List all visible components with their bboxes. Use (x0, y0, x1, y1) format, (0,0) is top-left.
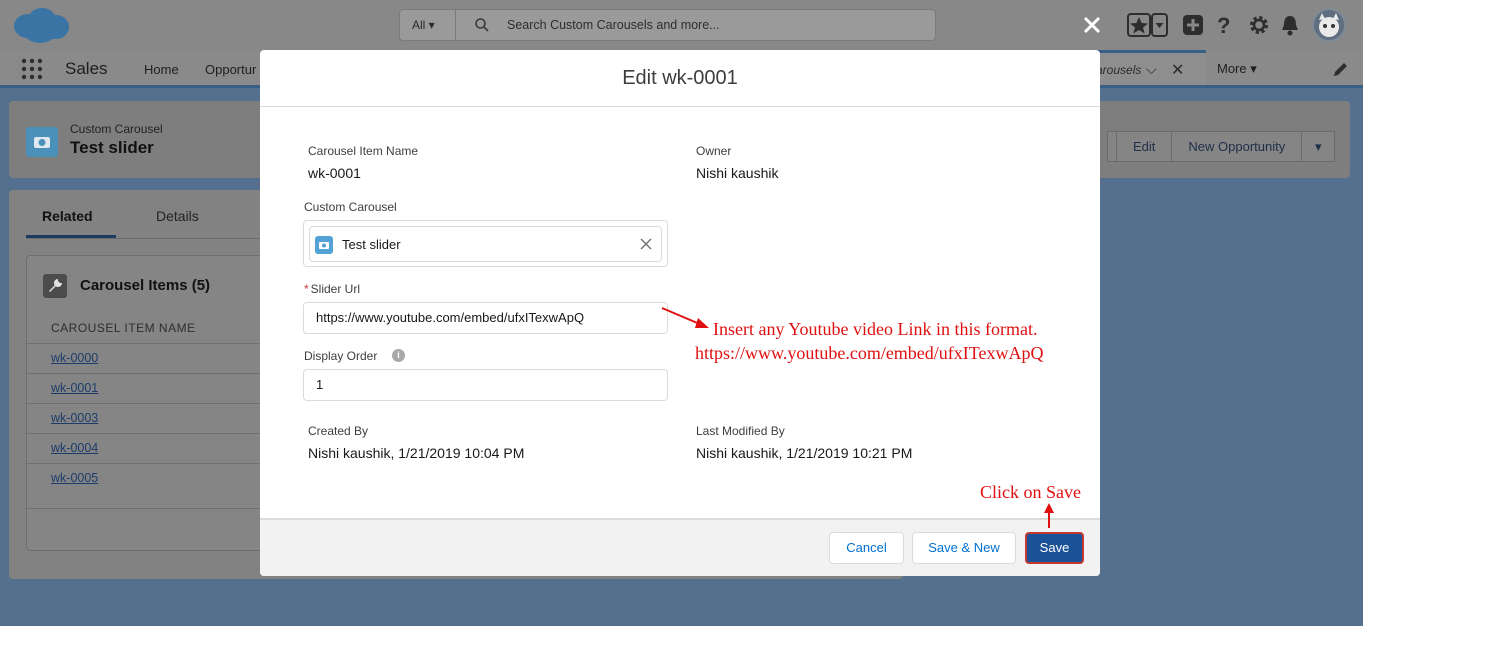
salesforce-cloud-icon[interactable] (12, 6, 70, 44)
lookup-pill-label: Test slider (342, 237, 401, 252)
nav-tab-custom-carousels[interactable]: arousels ⌵ ✕ (1086, 50, 1206, 85)
favorites-icon[interactable] (1127, 12, 1169, 38)
item-link[interactable]: wk-0004 (51, 441, 98, 455)
notifications-bell-icon[interactable] (1280, 12, 1300, 38)
search-scope-label: All (412, 18, 426, 32)
created-by-label: Created By (308, 424, 369, 438)
tab-details[interactable]: Details (156, 208, 199, 224)
save-annotation: Click on Save (980, 482, 1081, 502)
app-launcher-icon[interactable] (21, 58, 43, 80)
item-name-value: wk-0001 (308, 165, 361, 181)
global-header: All ▾ Search Custom Carousels and more..… (0, 0, 1363, 50)
avatar[interactable] (1312, 8, 1346, 42)
url-example-annotation: https://www.youtube.com/embed/ufxITexwAp… (695, 343, 1044, 363)
app-background: All ▾ Search Custom Carousels and more..… (0, 0, 1363, 626)
owner-label: Owner (696, 144, 732, 158)
global-search[interactable]: All ▾ Search Custom Carousels and more..… (399, 9, 936, 41)
info-icon[interactable]: i (392, 349, 405, 362)
record-name: Test slider (70, 138, 154, 157)
svg-text:?: ? (1217, 13, 1230, 38)
close-icon[interactable] (1082, 15, 1102, 35)
required-asterisk: * (304, 282, 309, 296)
save-and-new-button[interactable]: Save & New (912, 532, 1016, 564)
url-format-annotation: Insert any Youtube video Link in this fo… (713, 319, 1038, 339)
nav-item-opportunities[interactable]: Opportur (205, 62, 256, 77)
close-tab-icon[interactable]: ✕ (1171, 60, 1184, 80)
item-name-label: Carousel Item Name (308, 144, 419, 158)
search-scope-dropdown[interactable]: All ▾ (400, 10, 456, 40)
edit-modal: Edit wk-0001 Carousel Item Name wk-0001 … (260, 50, 1100, 576)
edit-pencil-icon[interactable] (1331, 61, 1349, 79)
more-label: More (1217, 61, 1247, 76)
item-link[interactable]: wk-0003 (51, 411, 98, 425)
edit-button[interactable]: Edit (1117, 131, 1173, 162)
display-order-label: Display Order (304, 349, 378, 363)
modal-footer: Cancel Save & New Save (260, 518, 1100, 576)
help-icon[interactable]: ? (1216, 12, 1232, 38)
setup-gear-icon[interactable] (1248, 12, 1270, 38)
custom-carousel-lookup[interactable]: Test slider (303, 220, 668, 267)
chevron-down-icon[interactable]: ⌵ (1146, 61, 1157, 78)
save-button[interactable]: Save (1025, 532, 1084, 564)
owner-value: Nishi kaushik (696, 165, 779, 181)
tab-related[interactable]: Related (42, 208, 93, 224)
record-actions: Edit New Opportunity ▾ (1107, 131, 1336, 162)
display-order-input[interactable]: 1 (303, 369, 668, 401)
item-link[interactable]: wk-0000 (51, 351, 98, 365)
camera-icon (26, 127, 58, 157)
slider-url-label: * Slider Url (304, 282, 360, 296)
search-icon (475, 18, 489, 32)
wrench-icon (43, 274, 67, 298)
slider-url-label-text: Slider Url (310, 282, 361, 296)
modal-title: Edit wk-0001 (260, 50, 1100, 107)
new-opportunity-button[interactable]: New Opportunity (1172, 131, 1303, 162)
last-modified-value: Nishi kaushik, 1/21/2019 10:21 PM (696, 445, 913, 461)
more-actions-button[interactable]: ▾ (1302, 131, 1336, 162)
item-link[interactable]: wk-0005 (51, 471, 98, 485)
avatar-mascot-icon (1319, 13, 1339, 37)
custom-carousel-label: Custom Carousel (304, 200, 397, 214)
item-link[interactable]: wk-0001 (51, 381, 98, 395)
column-header: CAROUSEL ITEM NAME (51, 321, 196, 335)
nav-tab-label: arousels (1096, 63, 1142, 77)
last-modified-label: Last Modified By (696, 424, 785, 438)
camera-icon (315, 236, 333, 254)
record-type: Custom Carousel (70, 122, 163, 136)
search-input[interactable]: Search Custom Carousels and more... (507, 10, 720, 40)
slider-url-input[interactable]: https://www.youtube.com/embed/ufxITexwAp… (303, 302, 668, 334)
lookup-pill: Test slider (309, 226, 662, 262)
add-icon[interactable] (1182, 12, 1204, 38)
cancel-button[interactable]: Cancel (829, 532, 904, 564)
remove-lookup-icon[interactable] (638, 236, 654, 252)
nav-item-home[interactable]: Home (144, 62, 179, 77)
more-menu[interactable]: More ▾ (1217, 61, 1257, 77)
action-divider (1107, 131, 1117, 162)
related-list-title[interactable]: Carousel Items (5) (80, 277, 210, 294)
app-name: Sales (65, 59, 108, 78)
created-by-value: Nishi kaushik, 1/21/2019 10:04 PM (308, 445, 525, 461)
